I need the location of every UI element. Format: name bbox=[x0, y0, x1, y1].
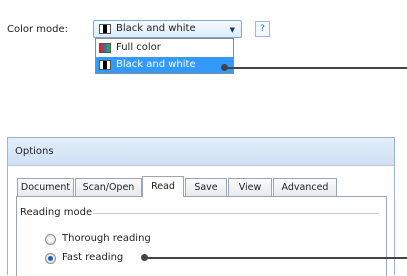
color-mode-label: Color mode: bbox=[7, 24, 69, 35]
tab-scan-open[interactable]: Scan/Open bbox=[75, 178, 142, 196]
color-mode-select[interactable]: Black and white ▼ bbox=[93, 20, 242, 38]
black-white-swatch-icon bbox=[99, 24, 111, 34]
tab-save[interactable]: Save bbox=[185, 178, 227, 196]
color-mode-option-black-and-white[interactable]: Black and white bbox=[96, 57, 233, 73]
full-color-swatch-icon bbox=[99, 43, 111, 53]
callout-line bbox=[226, 67, 407, 69]
color-mode-option-full-color[interactable]: Full color bbox=[96, 40, 233, 56]
tab-view[interactable]: View bbox=[228, 178, 272, 196]
black-white-swatch-icon bbox=[99, 60, 111, 70]
option-label: Full color bbox=[116, 42, 161, 53]
radio-thorough-reading-label[interactable]: Thorough reading bbox=[62, 233, 151, 244]
option-label: Black and white bbox=[116, 59, 196, 70]
radio-thorough-reading[interactable] bbox=[45, 234, 56, 245]
dialog-title-bar: Options bbox=[8, 138, 394, 166]
color-mode-selected-value: Black and white bbox=[116, 23, 196, 34]
tab-read[interactable]: Read bbox=[142, 176, 184, 197]
chevron-down-icon[interactable]: ▼ bbox=[230, 26, 235, 34]
radio-fast-reading[interactable] bbox=[45, 253, 56, 264]
group-divider bbox=[93, 213, 379, 214]
radio-fast-reading-label[interactable]: Fast reading bbox=[62, 252, 123, 263]
tab-document[interactable]: Document bbox=[17, 178, 74, 196]
dialog-title: Options bbox=[15, 146, 54, 157]
reading-mode-group-label: Reading mode bbox=[20, 207, 93, 218]
callout-line bbox=[146, 257, 407, 259]
help-button[interactable]: ? bbox=[255, 21, 270, 37]
color-mode-dropdown-list: Full color Black and white bbox=[95, 38, 234, 74]
tab-advanced[interactable]: Advanced bbox=[273, 178, 337, 196]
